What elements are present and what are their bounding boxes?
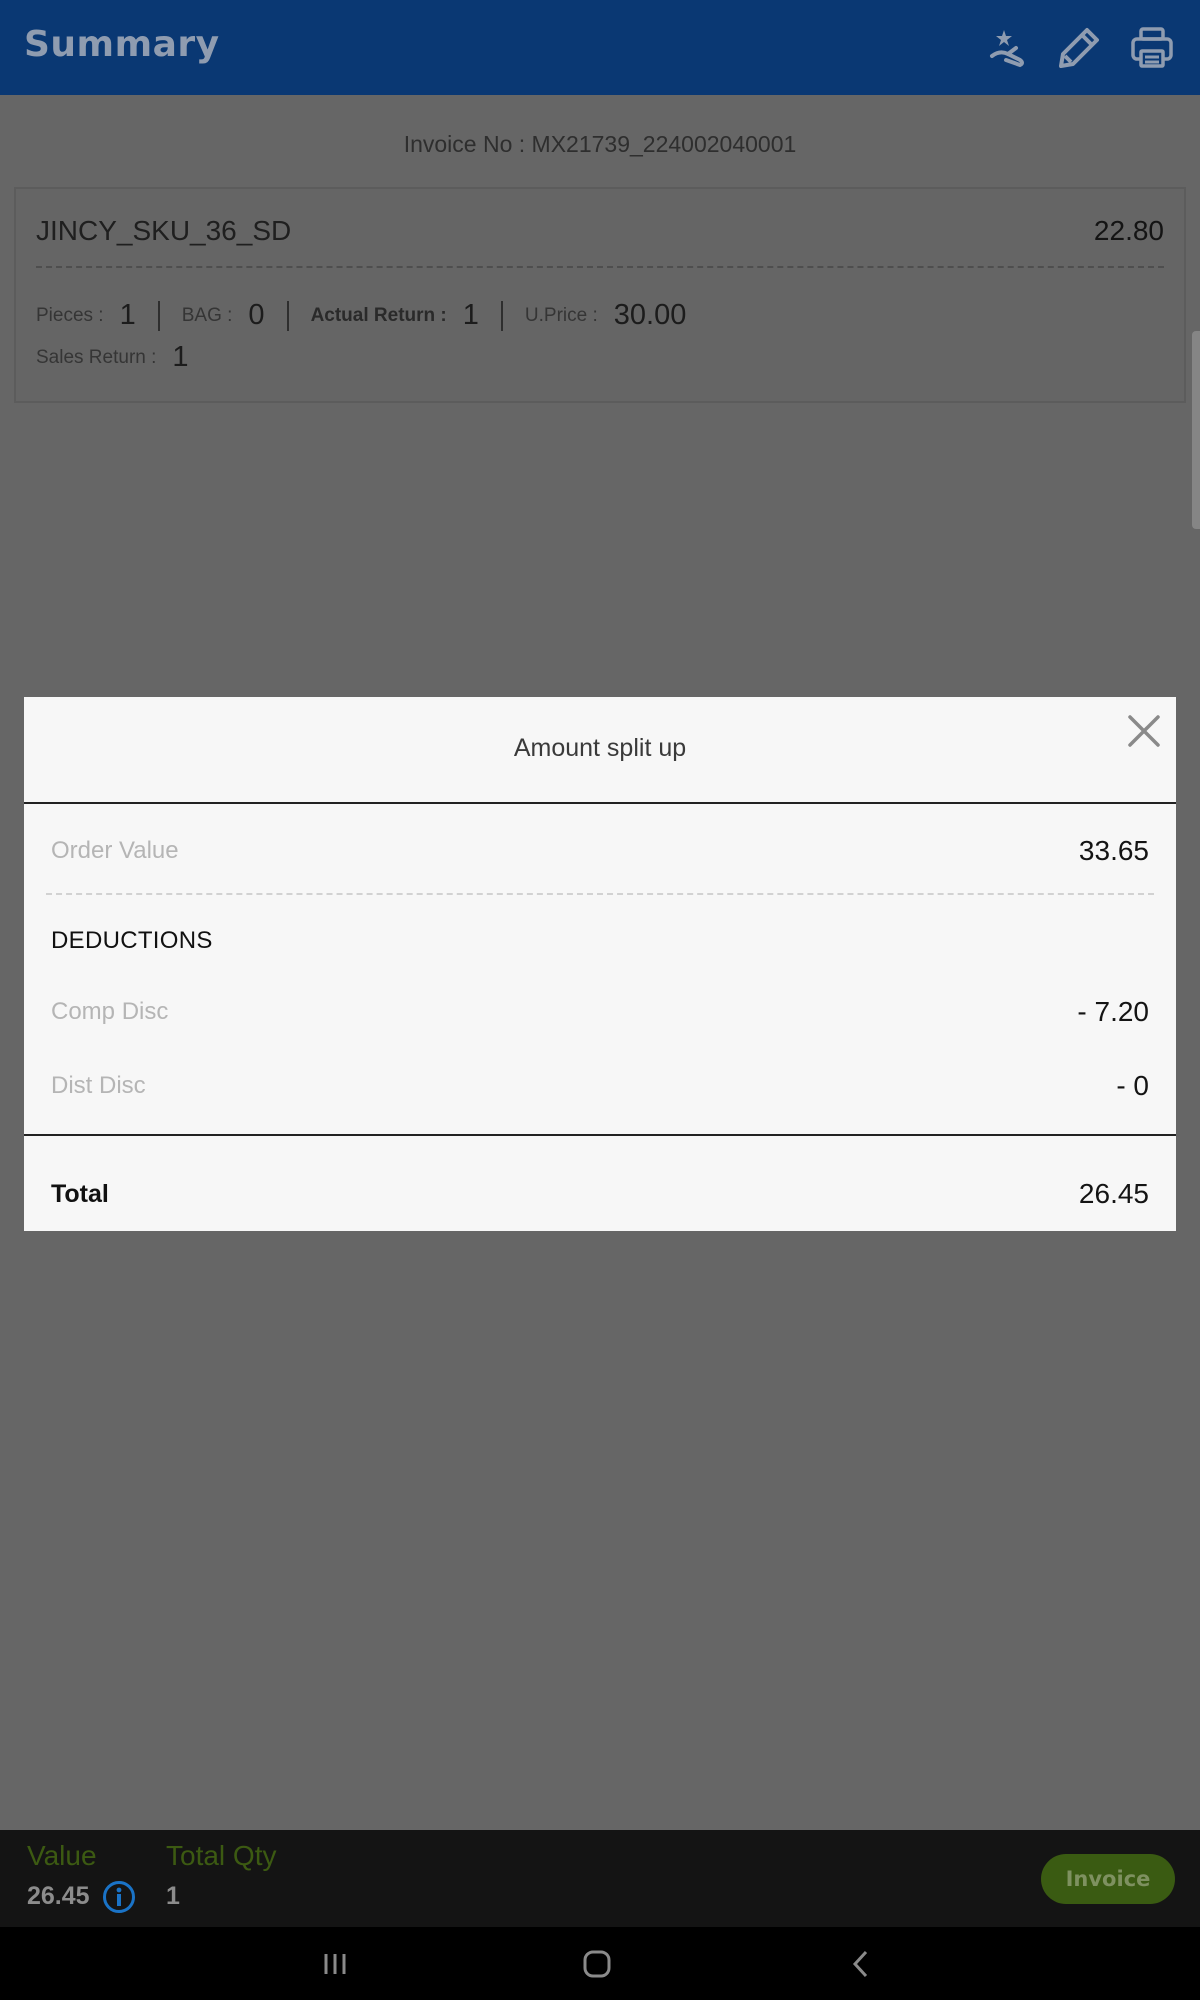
home-icon[interactable] [574,1941,620,1987]
sku-card[interactable]: JINCY_SKU_36_SD 22.80 Pieces : 1 BAG : 0… [14,187,1186,403]
actual-return-label: Actual Return : [310,304,447,326]
total-qty-label: Total Qty [166,1840,277,1871]
deductions-heading: DEDUCTIONS [51,927,213,954]
page-title: Summary [24,24,220,65]
system-nav-bar [0,1927,1200,2000]
comp-disc-value: - 7.20 [1077,996,1149,1027]
order-value-amount: 33.65 [1078,835,1149,866]
scheme-icon[interactable] [986,26,1030,70]
divider [157,300,160,331]
value-amount: 26.45 [27,1882,90,1910]
actual-return-value: 1 [462,299,479,331]
total-label: Total [51,1180,109,1208]
order-value-label: Order Value [51,837,179,864]
back-icon[interactable] [838,1941,884,1987]
info-icon[interactable] [102,1880,136,1914]
edit-icon[interactable] [1057,26,1101,70]
bag-label: BAG : [181,304,233,326]
total-value: 26.45 [1078,1178,1149,1209]
pieces-value: 1 [119,299,136,331]
sku-meta-row-2: Sales Return : 1 [36,341,189,374]
scrollbar-thumb[interactable] [1192,331,1200,529]
header-divider [24,802,1176,804]
sku-meta-row: Pieces : 1 BAG : 0 Actual Return : 1 U.P… [36,299,686,332]
value-label: Value [27,1840,97,1871]
invoice-button[interactable]: Invoice [1041,1854,1175,1904]
sku-name: JINCY_SKU_36_SD [36,215,292,246]
bottom-summary-bar: Value 26.45 Total Qty 1 Invoice [0,1830,1200,1927]
app-bar: Summary [0,0,1200,95]
comp-disc-label: Comp Disc [51,998,169,1025]
sku-divider [36,266,1164,268]
bag-value: 0 [248,299,265,331]
print-icon[interactable] [1130,26,1174,70]
total-qty-value: 1 [166,1882,180,1910]
uprice-label: U.Price : [524,304,598,326]
pieces-label: Pieces : [36,304,104,326]
dashed-divider [46,893,1154,895]
close-icon[interactable] [1126,713,1162,749]
dialog-title: Amount split up [513,734,687,762]
divider [500,300,503,331]
sales-return-label: Sales Return : [36,346,157,368]
total-divider [24,1134,1176,1136]
uprice-value: 30.00 [613,299,687,331]
amount-split-dialog: Amount split up Order Value 33.65 DEDUCT… [24,697,1176,1231]
sales-return-value: 1 [172,341,189,373]
dist-disc-value: - 0 [1116,1070,1149,1101]
sku-amount: 22.80 [1093,215,1164,246]
invoice-number: Invoice No : MX21739_224002040001 [403,131,797,157]
dist-disc-label: Dist Disc [51,1072,146,1099]
divider [286,300,289,331]
recent-apps-icon[interactable] [312,1941,358,1987]
